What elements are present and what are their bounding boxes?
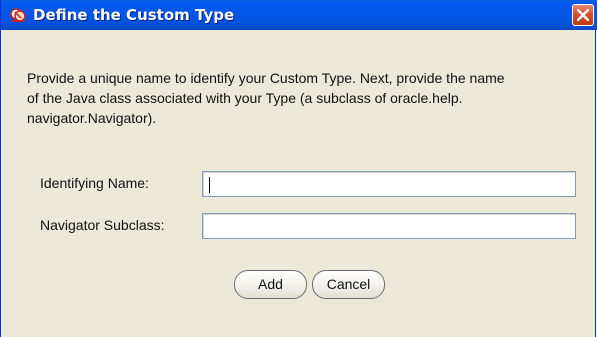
app-icon [9,6,27,24]
cancel-button[interactable]: Cancel [312,270,385,299]
dialog-window: Define the Custom Type Provide a unique … [0,0,597,337]
instructions-line: of the Java class associated with your T… [27,90,463,106]
close-button[interactable] [572,4,594,26]
instructions-line: navigator.Navigator). [27,110,157,126]
add-button[interactable]: Add [234,270,307,299]
identifying-name-label: Identifying Name: [40,175,149,191]
instructions-line: Provide a unique name to identify your C… [27,70,505,86]
close-icon [577,9,589,21]
navigator-subclass-label: Navigator Subclass: [40,217,165,233]
instructions-text: Provide a unique name to identify your C… [27,68,583,128]
navigator-subclass-input[interactable] [202,213,576,239]
window-title: Define the Custom Type [33,6,235,24]
title-bar[interactable]: Define the Custom Type [1,0,597,30]
identifying-name-input[interactable] [202,171,576,197]
text-caret [209,177,210,193]
